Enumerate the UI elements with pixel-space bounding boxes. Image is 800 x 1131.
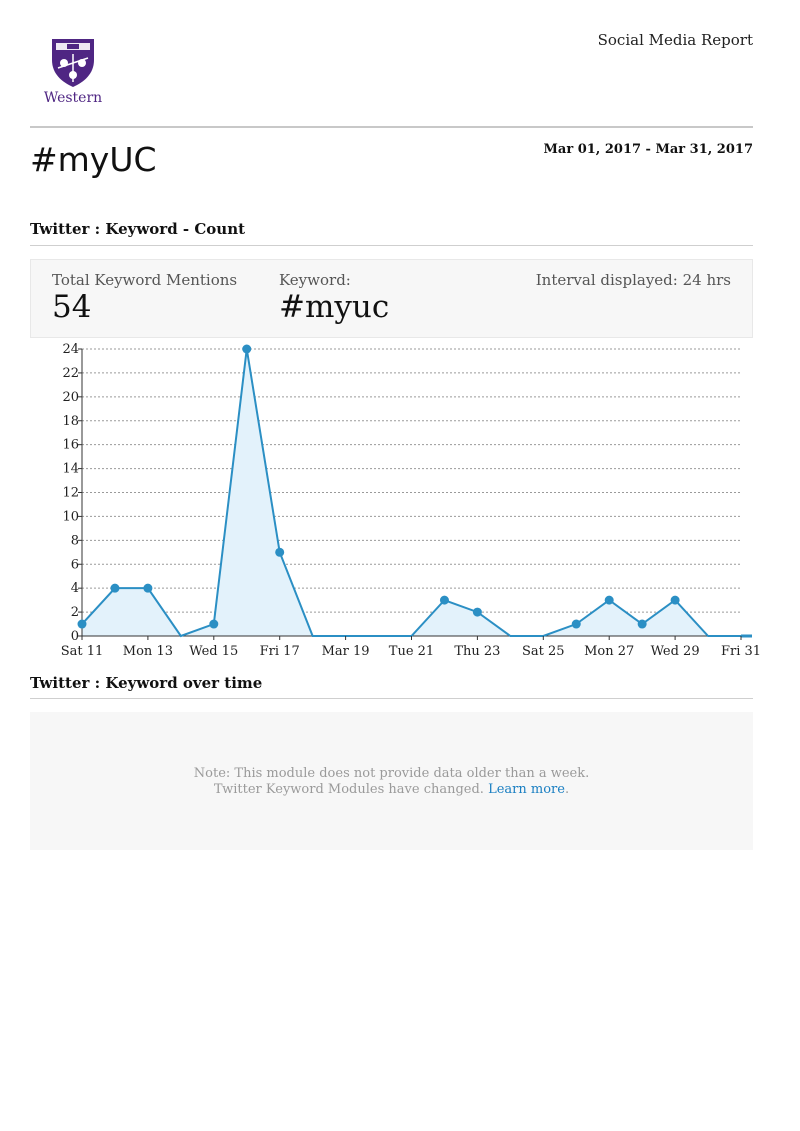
y-tick-label: 14 xyxy=(62,462,79,477)
header-divider xyxy=(30,126,753,128)
y-tick-label: 2 xyxy=(71,605,79,620)
x-tick-label: Tue 21 xyxy=(389,644,434,659)
note-prefix: Twitter Keyword Modules have changed. xyxy=(213,782,484,797)
x-tick-label: Sat 25 xyxy=(522,644,565,659)
learn-more-link[interactable]: Learn more xyxy=(488,782,565,797)
x-tick-label: Mon 27 xyxy=(584,644,634,659)
section-title-keyword-over-time: Twitter : Keyword over time xyxy=(30,674,263,692)
logo-wordmark: Western xyxy=(43,90,103,106)
y-tick-label: 24 xyxy=(62,342,79,357)
y-tick-label: 10 xyxy=(62,509,79,524)
section-divider xyxy=(30,245,753,246)
x-tick-label: Mar 19 xyxy=(322,644,370,659)
note-text: Note: This module does not provide data … xyxy=(193,766,590,781)
y-tick-label: 8 xyxy=(71,533,79,548)
data-point xyxy=(242,344,252,354)
data-point xyxy=(571,619,581,629)
keyword-count-chart: 024681012141618202224Sat 11 Mon 13 Wed 15 F… xyxy=(61,342,760,659)
western-logo: Western xyxy=(38,36,108,112)
y-tick-label: 0 xyxy=(71,629,79,644)
y-tick-label: 20 xyxy=(62,390,79,405)
y-tick-label: 4 xyxy=(71,581,79,596)
data-point xyxy=(637,619,647,629)
interval-label: Interval displayed: 24 hrs xyxy=(535,271,731,289)
data-point xyxy=(604,595,614,605)
y-tick-label: 6 xyxy=(71,557,79,572)
data-point xyxy=(77,619,87,629)
x-tick-label: Mon 13 xyxy=(123,644,173,659)
page-title: #myUC xyxy=(30,140,157,179)
note-panel: Note: This module does not provide data … xyxy=(30,712,753,850)
y-tick-label: 22 xyxy=(62,366,79,381)
data-point xyxy=(209,619,219,629)
x-tick-label: Thu 23 xyxy=(454,644,500,659)
data-point xyxy=(472,607,482,617)
total-mentions-value: 54 xyxy=(52,289,92,325)
keyword-label: Keyword: xyxy=(279,271,351,289)
crest-icon xyxy=(52,39,94,87)
note-text-changed: Twitter Keyword Modules have changed. Le… xyxy=(30,782,753,797)
date-range: Mar 01, 2017 - Mar 31, 2017 xyxy=(543,142,753,157)
data-point xyxy=(275,547,285,557)
data-point xyxy=(670,595,680,605)
x-tick-label: Fri 17 xyxy=(260,644,300,659)
x-tick-label: Fri 31 xyxy=(721,644,760,659)
y-tick-label: 18 xyxy=(62,414,79,429)
data-point xyxy=(110,583,120,593)
x-tick-label: Wed 29 xyxy=(651,644,700,659)
total-mentions-label: Total Keyword Mentions xyxy=(52,271,238,289)
section-divider xyxy=(30,698,753,699)
data-point xyxy=(439,595,449,605)
x-tick-label: Wed 15 xyxy=(189,644,238,659)
note-suffix: . xyxy=(564,782,570,797)
stats-panel: Total Keyword Mentions 54 Keyword: #myuc… xyxy=(30,259,753,338)
keyword-value: #myuc xyxy=(279,289,390,325)
section-title-keyword-count: Twitter : Keyword - Count xyxy=(30,220,246,238)
y-tick-label: 12 xyxy=(62,486,79,501)
y-tick-label: 16 xyxy=(62,438,79,453)
data-point xyxy=(143,583,153,593)
x-tick-label: Sat 11 xyxy=(61,644,104,659)
report-title: Social Media Report xyxy=(597,31,753,49)
